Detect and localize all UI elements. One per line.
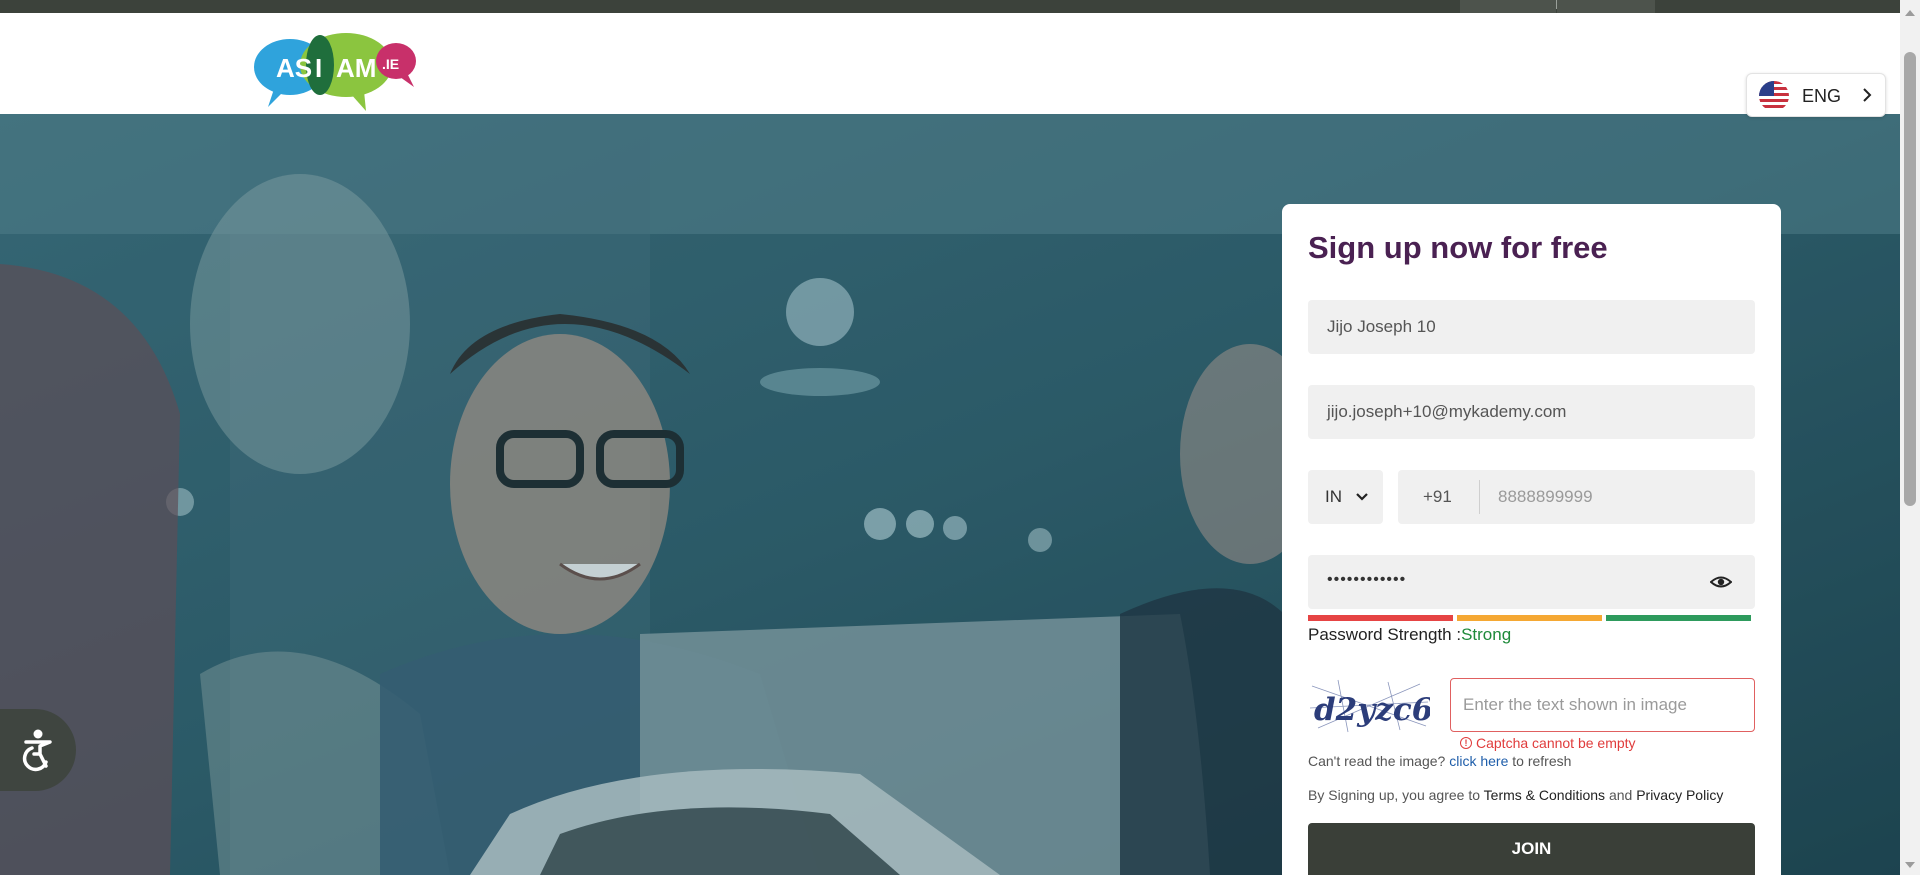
strength-bar-weak	[1308, 615, 1453, 621]
browser-top-bar	[0, 0, 1900, 13]
captcha-error: ! Captcha cannot be empty	[1460, 735, 1636, 751]
join-button[interactable]: JOIN	[1308, 823, 1755, 875]
name-field[interactable]: Jijo Joseph 10	[1308, 300, 1755, 354]
phone-country-code: +91	[1423, 487, 1452, 506]
captcha-refresh-text: Can't read the image? click here to refr…	[1308, 753, 1571, 769]
name-value: Jijo Joseph 10	[1327, 317, 1436, 336]
refresh-prefix: Can't read the image?	[1308, 753, 1446, 769]
signup-title: Sign up now for free	[1308, 230, 1608, 265]
strength-bar-strong	[1606, 615, 1751, 621]
captcha-placeholder: Enter the text shown in image	[1463, 695, 1687, 714]
page-scrollbar[interactable]	[1900, 0, 1920, 875]
password-strength-label: Password Strength :	[1308, 625, 1462, 644]
captcha-image: d2yzc6	[1308, 678, 1430, 734]
captcha-input[interactable]: Enter the text shown in image	[1450, 678, 1755, 732]
terms-text: By Signing up, you agree to Terms & Cond…	[1308, 787, 1723, 803]
eye-icon[interactable]	[1710, 572, 1732, 592]
captcha-text: d2yzc6	[1314, 692, 1430, 728]
terms-and: and	[1608, 787, 1633, 803]
terms-prefix: By Signing up, you agree to	[1308, 787, 1481, 803]
top-tab-segment[interactable]	[1557, 0, 1655, 13]
password-strength: Password Strength :Strong	[1308, 625, 1511, 645]
language-label: ENG	[1802, 86, 1842, 106]
password-value: ••••••••••••	[1327, 571, 1407, 588]
top-tab-segment[interactable]	[1460, 0, 1556, 13]
captcha-error-text: Captcha cannot be empty	[1476, 735, 1636, 751]
scroll-down-arrow[interactable]	[1905, 862, 1915, 868]
logo-text-ie: .IE	[382, 56, 399, 72]
site-header: AS I AM .IE	[0, 13, 1900, 114]
language-selector[interactable]: ENG	[1746, 73, 1886, 117]
error-circle-icon: !	[1460, 737, 1472, 749]
chevron-down-icon	[1356, 493, 1368, 501]
privacy-link[interactable]: Privacy Policy	[1636, 787, 1723, 803]
chevron-right-icon	[1863, 88, 1872, 102]
terms-link[interactable]: Terms & Conditions	[1484, 787, 1605, 803]
refresh-link[interactable]: click here	[1449, 753, 1508, 769]
signup-card: Sign up now for free Jijo Joseph 10 jijo…	[1282, 204, 1781, 875]
logo-text-am: AM	[336, 53, 376, 83]
refresh-suffix: to refresh	[1512, 753, 1572, 769]
phone-value: 8888899999	[1498, 487, 1593, 506]
scroll-up-arrow[interactable]	[1905, 10, 1915, 16]
asiam-logo[interactable]: AS I AM .IE	[254, 27, 418, 115]
logo-text-i: I	[315, 53, 322, 83]
phone-field[interactable]: +91 8888899999	[1398, 470, 1755, 524]
password-strength-value: Strong	[1461, 625, 1512, 644]
email-field[interactable]: jijo.joseph+10@mykademy.com	[1308, 385, 1755, 439]
strength-bar-medium	[1457, 615, 1602, 621]
us-flag-icon	[1759, 81, 1789, 111]
country-value: IN	[1325, 487, 1342, 506]
country-select[interactable]: IN	[1308, 470, 1383, 524]
logo-text-as: AS	[276, 53, 312, 83]
scrollbar-thumb[interactable]	[1904, 52, 1916, 506]
accessibility-icon	[22, 729, 52, 772]
password-field[interactable]: ••••••••••••	[1308, 555, 1755, 609]
phone-divider	[1479, 480, 1480, 514]
email-value: jijo.joseph+10@mykademy.com	[1327, 402, 1567, 421]
